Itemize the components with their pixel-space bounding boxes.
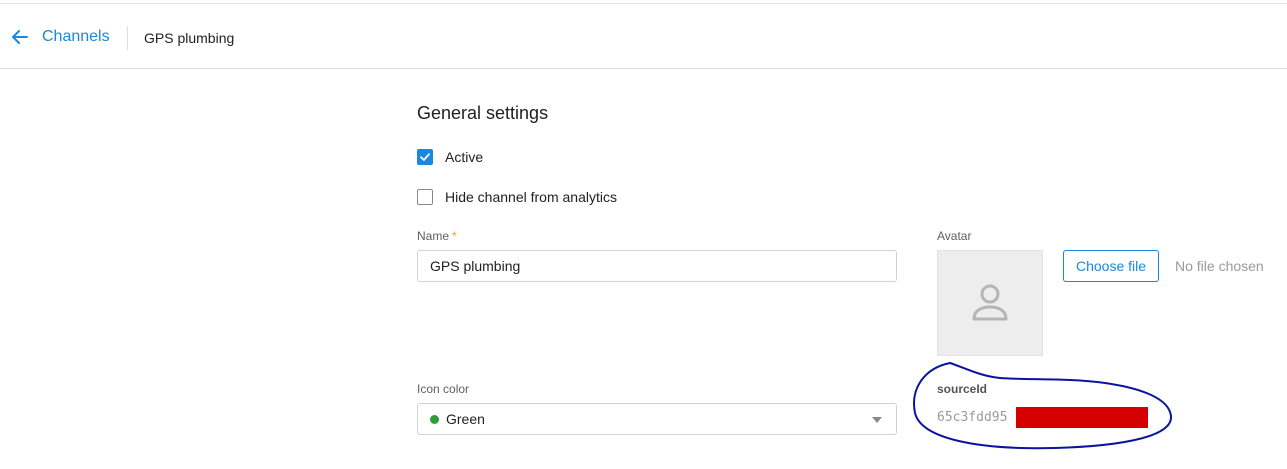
icon-color-select[interactable]: Green [417, 403, 897, 435]
dropdown-arrow-icon [872, 417, 882, 423]
required-mark: * [452, 229, 457, 243]
top-bar: Channels GPS plumbing [0, 3, 1287, 69]
avatar-label: Avatar [937, 229, 972, 243]
channel-settings-page: Channels GPS plumbing General settings A… [0, 0, 1287, 469]
arrow-left-icon [12, 30, 28, 44]
hand-drawn-circle-annotation [913, 362, 1173, 450]
avatar-preview [937, 250, 1043, 356]
header-divider [127, 26, 128, 50]
name-input[interactable] [417, 250, 897, 282]
name-label-text: Name [417, 229, 450, 243]
file-status-text: No file chosen [1175, 258, 1264, 274]
active-checkbox-row[interactable]: Active [417, 148, 483, 166]
active-checkbox[interactable] [417, 149, 433, 165]
hide-from-analytics-row[interactable]: Hide channel from analytics [417, 188, 617, 206]
breadcrumb-current-channel: GPS plumbing [144, 30, 235, 46]
name-field-label: Name * [417, 229, 457, 243]
active-label: Active [445, 149, 484, 165]
back-to-channels-link[interactable]: Channels [10, 24, 110, 50]
checkmark-icon [420, 153, 430, 161]
back-link-label: Channels [42, 28, 110, 45]
section-title: General settings [417, 103, 549, 123]
icon-color-label: Icon color [417, 382, 470, 396]
icon-color-value: Green [446, 411, 485, 427]
green-dot-icon [430, 414, 439, 424]
choose-file-button[interactable]: Choose file [1063, 250, 1159, 282]
user-placeholder-icon [972, 284, 1008, 321]
hide-from-analytics-checkbox[interactable] [417, 189, 433, 205]
hide-from-analytics-label: Hide channel from analytics [445, 189, 617, 205]
